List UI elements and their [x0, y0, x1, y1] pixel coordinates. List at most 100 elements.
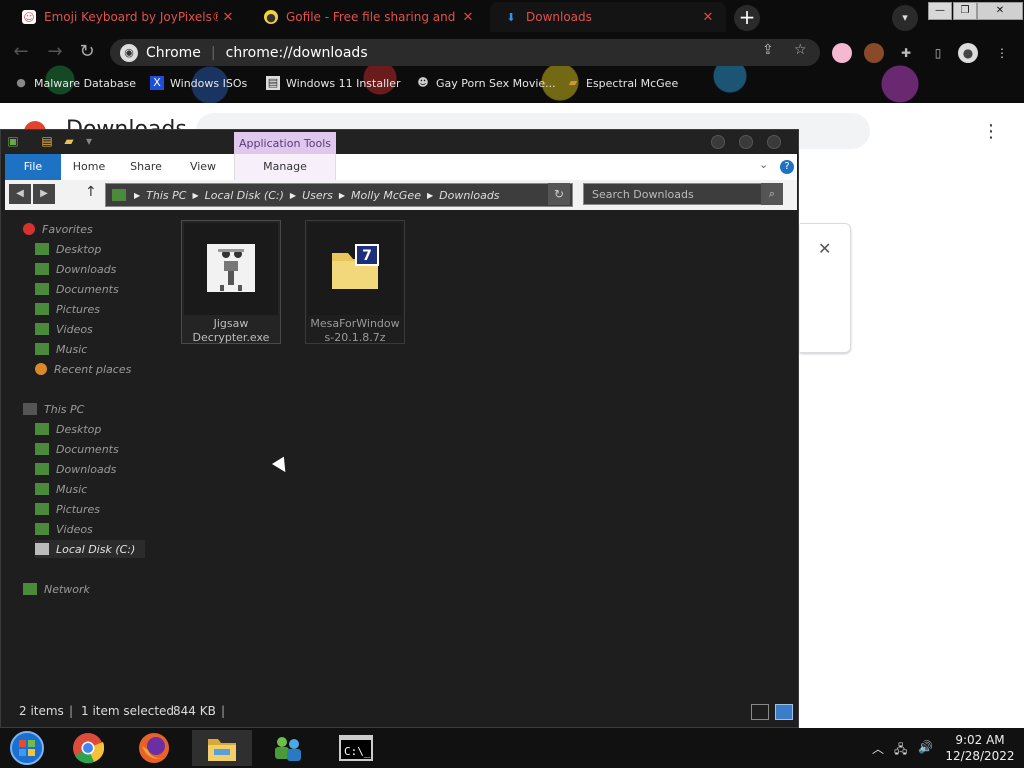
nav-favorites-videos[interactable]: Videos [35, 320, 93, 338]
breadcrumb[interactable]: ▶ This PC ▶ Local Disk (C:) ▶ Users ▶ Mo… [105, 183, 573, 207]
taskbar-firefox[interactable] [124, 730, 184, 766]
reload-icon[interactable]: ↻ [74, 40, 100, 64]
nav-pc-documents[interactable]: Documents [35, 440, 119, 458]
bookmark-espectral-mcgee[interactable]: ▰ Espectral McGee [566, 76, 678, 90]
status-bar: 2 items | 1 item selected 844 KB | [1, 698, 798, 728]
breadcrumb-users[interactable]: Users [302, 189, 333, 202]
nav-favorites-music[interactable]: Music [35, 340, 87, 358]
profile-icon[interactable]: ● [958, 43, 978, 63]
firefox-icon [139, 733, 169, 763]
this-pc-icon [112, 189, 126, 201]
file-thumbnail [184, 223, 278, 315]
tab-manage[interactable]: Manage [234, 154, 336, 180]
bookmark-windows-isos[interactable]: X Windows ISOs [150, 76, 247, 90]
chrome-menu-icon[interactable]: ⋮ [992, 43, 1012, 63]
new-folder-icon[interactable]: ▰ [61, 133, 77, 149]
breadcrumb-local-disk[interactable]: Local Disk (C:) [205, 189, 284, 202]
nav-favorites-pictures[interactable]: Pictures [35, 300, 100, 318]
new-tab-button[interactable]: + [734, 5, 760, 31]
volume-icon[interactable]: 🔊 [918, 740, 933, 754]
qat-dropdown-icon[interactable]: ▾ [81, 133, 97, 149]
remove-download-icon[interactable]: ✕ [818, 239, 831, 258]
tab-home[interactable]: Home [69, 154, 109, 180]
file-item-mesa-archive[interactable]: 7 MesaForWindow s-20.1.8.7z [305, 220, 405, 344]
bookmark-windows-11-installer[interactable]: ▤ Windows 11 Installer [266, 76, 401, 90]
taskbar-command-prompt[interactable]: C:\_ [326, 730, 386, 766]
refresh-icon[interactable]: ↻ [548, 183, 570, 205]
close-window-button[interactable]: ✕ [977, 2, 1023, 20]
url-text: chrome://downloads [225, 44, 368, 61]
tab-share[interactable]: Share [125, 154, 167, 180]
nav-favorites-documents[interactable]: Documents [35, 280, 119, 298]
nav-favorites-desktop[interactable]: Desktop [35, 240, 101, 258]
nav-pc-videos[interactable]: Videos [35, 520, 93, 538]
bookmark-malware-database[interactable]: ● Malware Database [14, 76, 136, 90]
page-icon: ▤ [266, 76, 280, 90]
search-icon[interactable]: ⌕ [761, 183, 783, 205]
nav-local-disk[interactable]: Local Disk (C:) [35, 540, 145, 558]
search-downloads-input[interactable]: Search Downloads [583, 183, 783, 205]
nav-favorites[interactable]: Favorites [23, 220, 93, 238]
side-panel-icon[interactable]: ▯ [928, 43, 948, 63]
explorer-close-button[interactable] [767, 135, 781, 149]
network-status-icon[interactable]: 🖧 [894, 740, 907, 761]
up-arrow-icon[interactable]: ↑ [85, 184, 97, 200]
details-view-icon[interactable] [751, 704, 769, 720]
breadcrumb-downloads[interactable]: Downloads [439, 189, 499, 202]
explorer-minimize-button[interactable] [711, 135, 725, 149]
breadcrumb-molly-mcgee[interactable]: Molly McGee [351, 189, 421, 202]
properties-icon[interactable]: ▤ [39, 133, 55, 149]
music-folder-icon [35, 483, 49, 495]
help-icon[interactable]: ? [780, 160, 794, 174]
back-icon[interactable]: ◀ [9, 184, 31, 204]
nav-pc-downloads[interactable]: Downloads [35, 460, 116, 478]
bookmark-video-site[interactable]: ☻ Gay Porn Sex Movie... [416, 76, 555, 90]
computer-icon [23, 403, 37, 415]
close-tab-icon[interactable]: ✕ [458, 10, 478, 25]
taskbar-chrome[interactable] [58, 730, 118, 766]
videos-folder-icon [35, 323, 49, 335]
forward-icon[interactable]: ▶ [33, 184, 55, 204]
nav-this-pc[interactable]: This PC [23, 400, 84, 418]
extensions-puzzle-icon[interactable]: ✚ [896, 43, 916, 63]
maximize-button[interactable]: ❐ [953, 2, 977, 20]
tab-gofile[interactable]: ● Gofile - Free file sharing and stor ✕ [250, 2, 486, 32]
nav-pc-pictures[interactable]: Pictures [35, 500, 100, 518]
breadcrumb-this-pc[interactable]: This PC [146, 189, 186, 202]
globe-icon: ● [16, 76, 26, 89]
file-explorer-window: ▣ ▤ ▰ ▾ Application Tools File Home Shar… [0, 129, 799, 728]
bookmark-star-icon[interactable]: ☆ [794, 42, 807, 58]
forward-arrow-icon[interactable]: → [42, 40, 68, 64]
close-tab-icon[interactable]: ✕ [218, 10, 238, 25]
large-icons-view-icon[interactable] [775, 704, 793, 720]
close-tab-icon[interactable]: ✕ [698, 10, 718, 25]
file-item-jigsaw-decrypter[interactable]: Jigsaw Decrypter.exe [181, 220, 281, 344]
minimize-button[interactable]: — [928, 2, 952, 20]
tab-emoji-keyboard[interactable]: ☺ Emoji Keyboard by JoyPixels® - E ✕ [8, 2, 246, 32]
extension-flag-icon[interactable] [832, 43, 852, 63]
nav-network[interactable]: Network [23, 580, 90, 598]
tab-downloads[interactable]: ⬇ Downloads ✕ [490, 2, 726, 32]
show-hidden-icons-icon[interactable]: ︿ [872, 740, 884, 757]
drive-icon [35, 543, 49, 555]
tab-view[interactable]: View [183, 154, 223, 180]
nav-recent-places[interactable]: Recent places [35, 360, 131, 378]
start-button[interactable] [0, 730, 54, 766]
share-icon[interactable]: ⇪ [762, 42, 774, 58]
nav-pc-music[interactable]: Music [35, 480, 87, 498]
tab-file[interactable]: File [5, 154, 61, 180]
extension-avatar-icon[interactable] [864, 43, 884, 63]
explorer-maximize-button[interactable] [739, 135, 753, 149]
nav-pc-desktop[interactable]: Desktop [35, 420, 101, 438]
downloads-menu-icon[interactable]: ⋮ [982, 121, 1000, 142]
back-arrow-icon[interactable]: ← [8, 40, 34, 64]
system-clock[interactable]: 9:02 AM 12/28/2022 [940, 732, 1020, 764]
address-bar[interactable]: ◉ Chrome | chrome://downloads ⇪ ☆ [110, 39, 820, 66]
network-icon [275, 737, 301, 761]
ribbon-expand-icon[interactable]: ⌄ [759, 158, 768, 171]
taskbar-file-explorer[interactable] [192, 730, 252, 766]
file-explorer-icon [208, 739, 236, 761]
tab-search-icon[interactable]: ▾ [892, 5, 918, 31]
nav-favorites-downloads[interactable]: Downloads [35, 260, 116, 278]
taskbar-network-app[interactable] [258, 730, 318, 766]
